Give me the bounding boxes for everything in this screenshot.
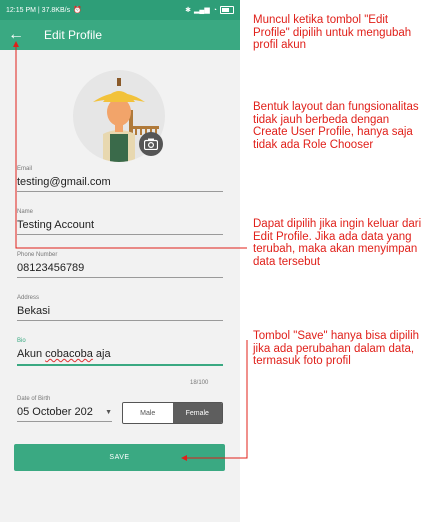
address-field[interactable]: Address Bekasi (17, 295, 223, 321)
arrow-left-icon[interactable]: ← (8, 27, 30, 43)
gender-toggle[interactable]: Male Female (122, 402, 223, 424)
wifi-icon: ◔ (212, 6, 217, 14)
name-input[interactable]: Testing Account (17, 219, 223, 235)
annotation-title: Muncul ketika tombol "Edit Profile" dipi… (253, 14, 412, 51)
gender-male-button[interactable]: Male (123, 403, 173, 423)
phone-label: Phone Number (17, 252, 58, 258)
dob-label: Date of Birth (17, 396, 51, 402)
bluetooth-icon: ✱ (185, 7, 192, 14)
address-label: Address (17, 295, 40, 301)
dob-value: 05 October 202 (17, 406, 93, 418)
email-label: Email (17, 166, 33, 172)
chevron-down-icon: ▼ (105, 408, 112, 416)
name-field[interactable]: Name Testing Account (17, 209, 223, 235)
name-label: Name (17, 209, 34, 215)
annotation-save: Tombol "Save" hanya bisa dipilih jika ad… (253, 330, 420, 367)
app-bar: ← Edit Profile (0, 20, 240, 50)
address-input[interactable]: Bekasi (17, 305, 223, 321)
bio-text-misspelled: cobacoba (45, 348, 93, 360)
save-button[interactable]: SAVE (14, 444, 225, 471)
dob-field[interactable]: Date of Birth 05 October 202 ▼ (17, 396, 112, 422)
status-time: 12:15 PM | 37.8KB/s (6, 6, 71, 14)
email-field[interactable]: Email testing@gmail.com (17, 166, 223, 192)
dob-dropdown[interactable]: 05 October 202 ▼ (17, 406, 112, 422)
gender-female-button[interactable]: Female (172, 403, 222, 423)
status-bar: 12:15 PM | 37.8KB/s ⏰ ✱ ▂▄▆ ◔ (0, 0, 240, 20)
phone-field[interactable]: Phone Number 08123456789 (17, 252, 223, 278)
signal-icon: ▂▄▆ (194, 7, 210, 14)
email-input[interactable]: testing@gmail.com (17, 176, 223, 192)
bio-text-suffix: aja (92, 348, 111, 360)
annotation-back: Dapat dipilih jika ingin keluar dari Edi… (253, 218, 422, 268)
page-title: Edit Profile (44, 28, 103, 42)
bio-field[interactable]: Bio Akun cobacoba aja (17, 338, 223, 366)
battery-icon (220, 6, 234, 14)
avatar[interactable] (73, 70, 165, 162)
camera-icon[interactable] (139, 132, 163, 156)
bio-label: Bio (17, 338, 26, 344)
bio-text-prefix: Akun (17, 348, 46, 360)
alarm-icon: ⏰ (73, 7, 82, 14)
phone-input[interactable]: 08123456789 (17, 262, 223, 278)
annotation-layout: Bentuk layout dan fungsionalitas tidak j… (253, 101, 419, 151)
bio-input[interactable]: Akun cobacoba aja (17, 348, 223, 366)
bio-char-counter: 18/100 (190, 380, 209, 386)
phone-screen: 12:15 PM | 37.8KB/s ⏰ ✱ ▂▄▆ ◔ ← Edit Pro… (0, 0, 240, 522)
